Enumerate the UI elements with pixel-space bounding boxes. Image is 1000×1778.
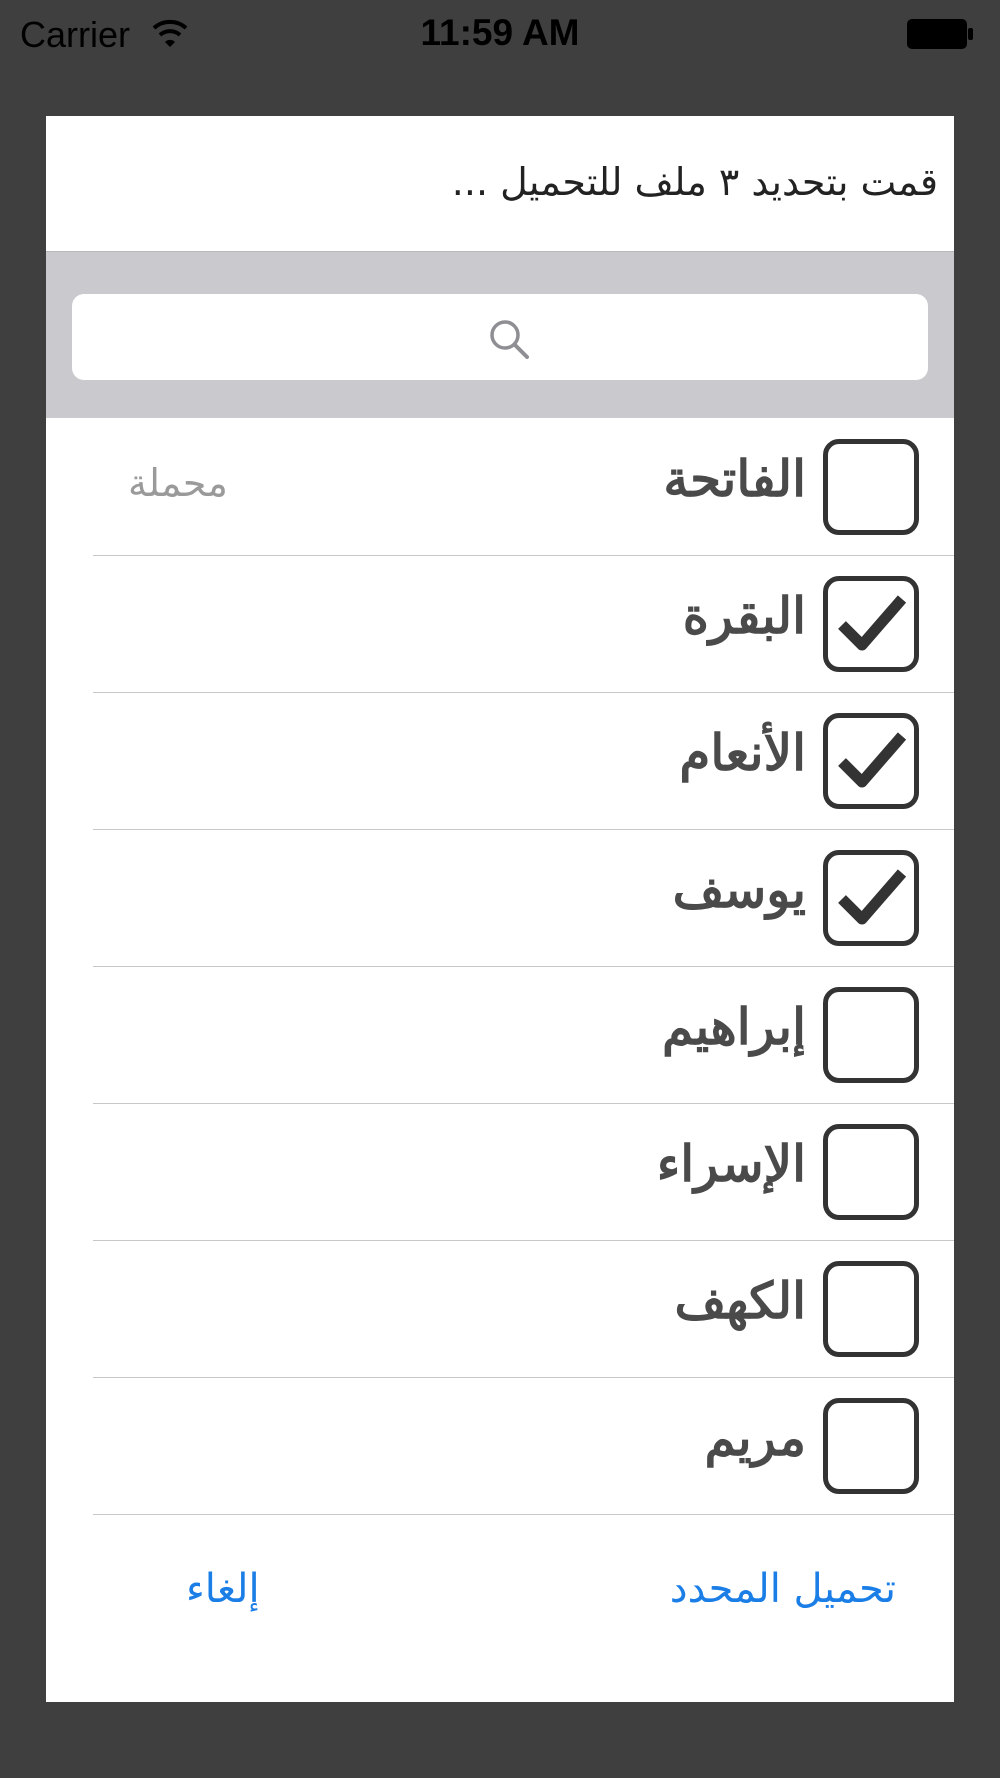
checkbox[interactable] xyxy=(823,439,919,535)
list-item-label: الفاتحة xyxy=(663,449,806,508)
checkbox[interactable] xyxy=(823,1398,919,1494)
download-dialog: قمت بتحديد ٣ ملف للتحميل ... الفاتحة محم… xyxy=(46,116,954,1702)
list-item-label: الأنعام xyxy=(679,723,806,782)
list-item-label: يوسف xyxy=(672,860,806,919)
checkbox[interactable] xyxy=(823,1261,919,1357)
dialog-title: قمت بتحديد ٣ ملف للتحميل ... xyxy=(451,160,938,204)
list-item-label: الإسراء xyxy=(656,1134,806,1193)
status-bar: Carrier 11:59 AM xyxy=(0,0,1000,70)
list-item[interactable]: الأنعام xyxy=(46,693,954,830)
search-icon xyxy=(490,320,529,359)
list-item-label: البقرة xyxy=(682,586,806,645)
download-selected-button[interactable]: تحميل المحدد xyxy=(670,1566,896,1612)
checkmark-icon xyxy=(838,869,906,925)
list-item[interactable]: يوسف xyxy=(46,830,954,967)
list-item[interactable]: إبراهيم xyxy=(46,967,954,1104)
search-field[interactable] xyxy=(72,294,928,380)
status-time: 11:59 AM xyxy=(420,12,580,53)
dialog-header: قمت بتحديد ٣ ملف للتحميل ... xyxy=(46,116,954,252)
search-bar xyxy=(46,252,954,418)
cancel-button[interactable]: إلغاء xyxy=(186,1566,260,1612)
checkbox[interactable] xyxy=(823,713,919,809)
list-item[interactable]: الإسراء xyxy=(46,1104,954,1241)
checkmark-icon xyxy=(838,595,906,651)
list-item[interactable]: البقرة xyxy=(46,556,954,693)
checkmark-icon xyxy=(838,732,906,788)
checkbox[interactable] xyxy=(823,987,919,1083)
dialog-footer: إلغاء تحميل المحدد xyxy=(46,1514,954,1702)
checkbox[interactable] xyxy=(823,576,919,672)
battery-full-icon xyxy=(907,19,973,49)
list-item[interactable]: الكهف xyxy=(46,1241,954,1378)
list-item[interactable]: الفاتحة محملة xyxy=(46,419,954,556)
checkbox[interactable] xyxy=(823,850,919,946)
list-item-label: إبراهيم xyxy=(661,997,806,1056)
downloaded-status: محملة xyxy=(128,461,228,505)
checkbox[interactable] xyxy=(823,1124,919,1220)
list-item-label: مريم xyxy=(704,1408,806,1467)
list-item[interactable]: مريم xyxy=(46,1378,954,1515)
list-item-label: الكهف xyxy=(674,1271,806,1330)
surah-list: الفاتحة محملة البقرة الأنعام يوسف إبراهي… xyxy=(46,419,954,1515)
